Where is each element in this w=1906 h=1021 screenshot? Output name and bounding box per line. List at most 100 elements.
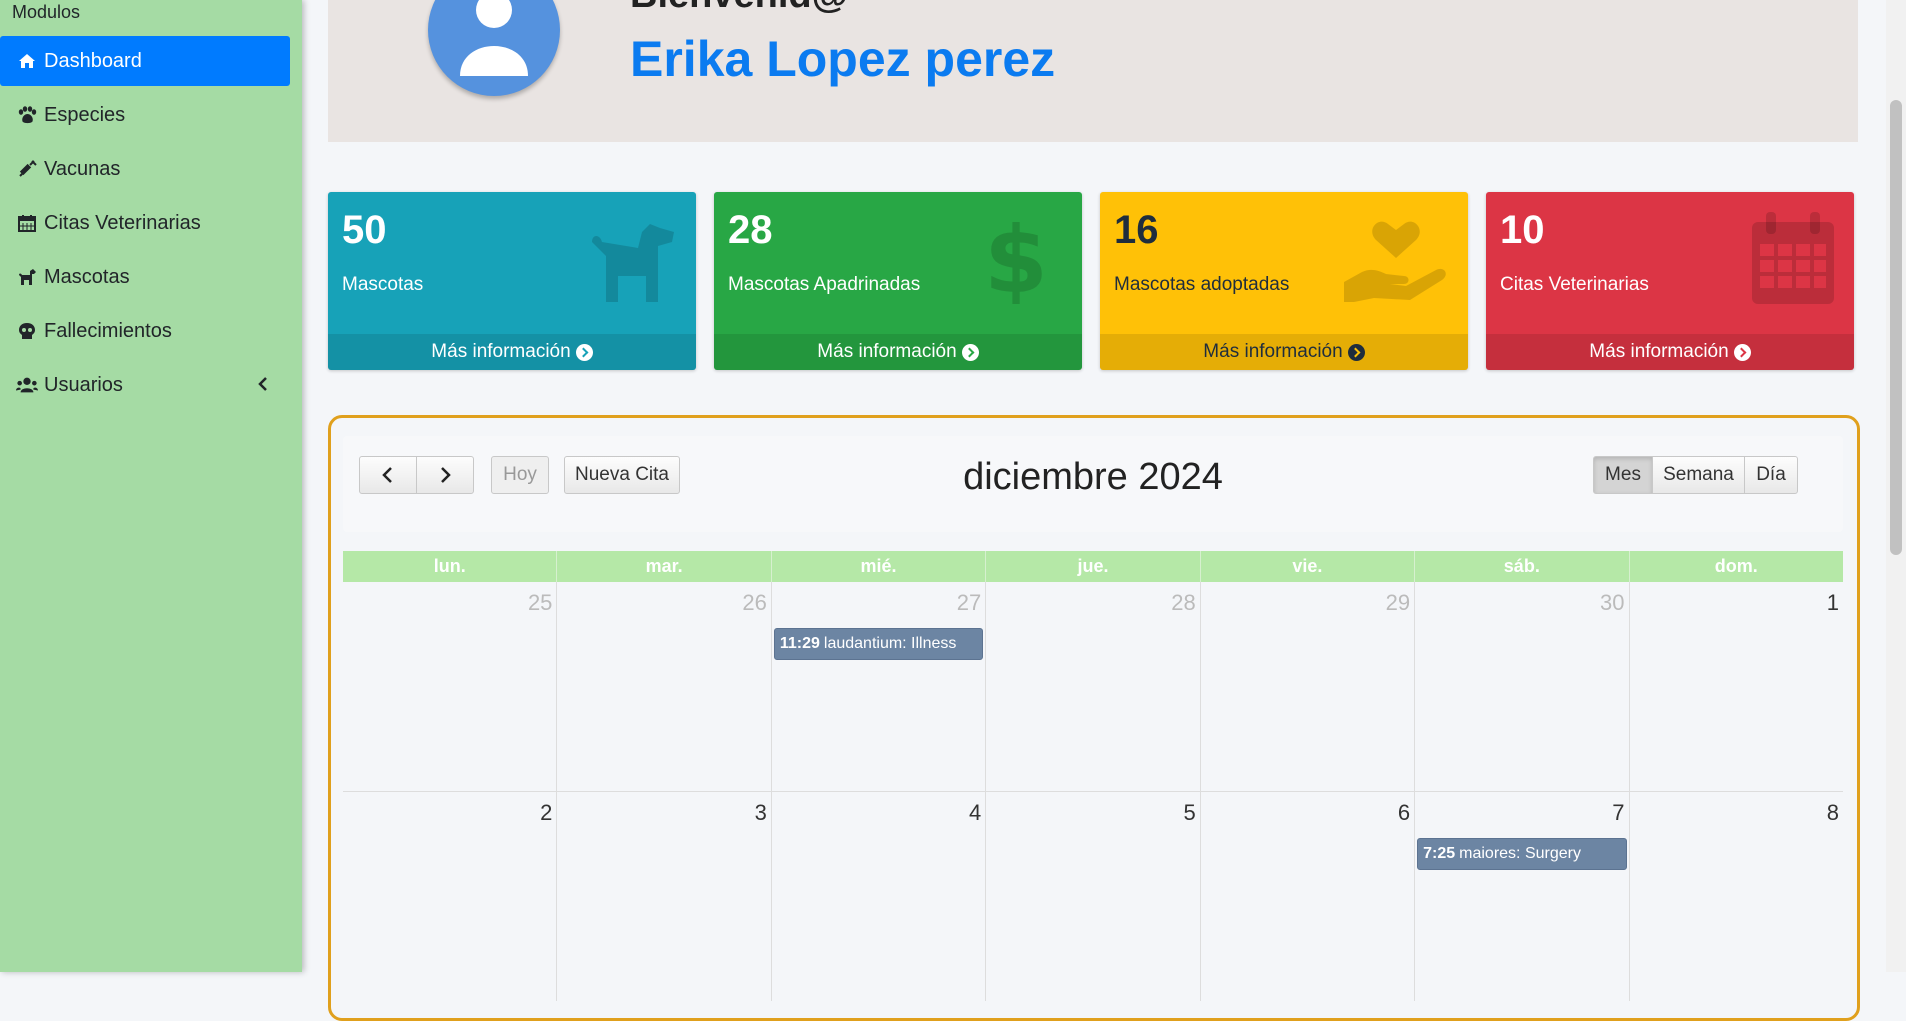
sidebar: Modulos Dashboard Especies Vacunas Citas… — [0, 0, 302, 972]
sidebar-item-usuarios[interactable]: Usuarios — [0, 360, 290, 410]
calendar-day[interactable]: 3 — [557, 792, 772, 1001]
more-info-label: Más información — [1589, 341, 1729, 362]
more-info-label: Más información — [431, 341, 571, 362]
stat-value: 28 — [728, 208, 773, 252]
calendar-day[interactable]: 26 — [557, 582, 772, 791]
stat-box-adoptadas: 16 Mascotas adoptadas Más información — [1100, 192, 1468, 370]
sidebar-header: Modulos — [12, 2, 81, 22]
stat-value: 50 — [342, 208, 387, 252]
calendar-icon — [16, 214, 38, 232]
calendar-day[interactable]: 25 — [343, 582, 558, 791]
calendar-day[interactable]: 28 — [986, 582, 1201, 791]
day-number: 30 — [1600, 590, 1625, 615]
arrow-circle-right-icon — [1733, 343, 1751, 361]
calendar-toolbar: Hoy Nueva Cita diciembre 2024 Mes Semana… — [343, 436, 1843, 532]
sidebar-item-citas-veterinarias[interactable]: Citas Veterinarias — [0, 198, 290, 248]
paw-icon — [16, 106, 38, 124]
calendar-weekday-header: lun. mar. mié. jue. vie. sáb. dom. — [343, 551, 1843, 582]
sidebar-item-label: Citas Veterinarias — [44, 211, 201, 234]
arrow-circle-right-icon — [1347, 343, 1365, 361]
weekday-label: sáb. — [1415, 551, 1630, 582]
more-info-link[interactable]: Más información — [714, 334, 1082, 370]
more-info-link[interactable]: Más información — [1100, 334, 1468, 370]
users-icon — [16, 376, 38, 394]
stat-label: Citas Veterinarias — [1500, 274, 1649, 295]
page-scrollbar[interactable] — [1886, 0, 1906, 972]
calendar-week: 25 26 27 11:29 laudantium: Illness 28 29 … — [343, 582, 1843, 791]
day-number: 1 — [1826, 590, 1839, 615]
calendar-day[interactable]: 7 7:25 maiores: Surgery — [1415, 792, 1630, 1001]
calendar-event[interactable]: 11:29 laudantium: Illness — [773, 628, 984, 660]
more-info-link[interactable]: Más información — [328, 334, 696, 370]
day-number: 4 — [969, 800, 982, 825]
skull-icon — [16, 322, 38, 340]
arrow-circle-right-icon — [961, 343, 979, 361]
day-number: 26 — [742, 590, 767, 615]
chevron-left-icon[interactable] — [258, 375, 268, 396]
day-number: 3 — [754, 800, 767, 825]
main-content: Bienvenid@ Erika Lopez perez 50 Mascotas… — [302, 0, 1886, 1021]
sidebar-item-especies[interactable]: Especies — [0, 90, 290, 140]
scrollbar-thumb[interactable] — [1890, 100, 1902, 555]
event-title: maiores: Surgery — [1459, 845, 1581, 862]
user-name: Erika Lopez perez — [630, 31, 1056, 87]
dog-icon — [16, 268, 38, 286]
calendar-event[interactable]: 7:25 maiores: Surgery — [1417, 838, 1627, 870]
calendar-day[interactable]: 6 — [1201, 792, 1416, 1001]
sidebar-item-vacunas[interactable]: Vacunas — [0, 144, 290, 194]
sidebar-item-label: Especies — [44, 103, 126, 126]
view-month-button[interactable]: Mes — [1593, 456, 1653, 494]
arrow-circle-right-icon — [575, 343, 593, 361]
sidebar-item-label: Fallecimientos — [44, 319, 172, 342]
calendar-day[interactable]: 29 — [1201, 582, 1416, 791]
calendar-day[interactable]: 2 — [343, 792, 558, 1001]
stat-box-citas: 10 Citas Veterinarias Más información — [1486, 192, 1854, 370]
calendar-grid: 25 26 27 11:29 laudantium: Illness 28 29 … — [343, 582, 1843, 1001]
calendar-day[interactable]: 4 — [772, 792, 987, 1001]
calendar-day[interactable]: 27 11:29 laudantium: Illness — [772, 582, 987, 791]
event-time: 7:25 — [1423, 845, 1456, 862]
syringe-icon — [16, 160, 38, 178]
calendar-card: Hoy Nueva Cita diciembre 2024 Mes Semana… — [328, 415, 1860, 1021]
stat-value: 10 — [1500, 208, 1545, 252]
welcome-greeting: Bienvenid@ — [630, 0, 849, 17]
calendar-day[interactable]: 30 — [1415, 582, 1630, 791]
sidebar-item-label: Dashboard — [44, 49, 142, 72]
more-info-label: Más información — [817, 341, 957, 362]
day-number: 2 — [540, 800, 553, 825]
calendar-day[interactable]: 8 — [1630, 792, 1843, 1001]
sidebar-item-mascotas[interactable]: Mascotas — [0, 252, 290, 302]
event-title: laudantium: Illness — [823, 635, 957, 652]
stat-value: 16 — [1114, 208, 1159, 252]
day-number: 5 — [1183, 800, 1196, 825]
day-number: 29 — [1385, 590, 1411, 615]
dog-icon — [588, 212, 676, 307]
weekday-label: vie. — [1201, 551, 1416, 582]
sidebar-item-label: Usuarios — [44, 373, 123, 396]
view-day-button[interactable]: Día — [1744, 456, 1798, 494]
weekday-label: mar. — [557, 551, 772, 582]
more-info-link[interactable]: Más información — [1486, 334, 1854, 370]
avatar — [428, 0, 560, 96]
calendar-day[interactable]: 5 — [986, 792, 1201, 1001]
sidebar-item-label: Mascotas — [44, 265, 130, 288]
calendar-icon — [1752, 212, 1834, 309]
sidebar-item-fallecimientos[interactable]: Fallecimientos — [0, 306, 290, 356]
stat-label: Mascotas adoptadas — [1114, 274, 1290, 295]
stat-label: Mascotas — [342, 274, 424, 295]
day-number: 27 — [956, 590, 982, 615]
weekday-label: mié. — [772, 551, 987, 582]
weekday-label: dom. — [1714, 556, 1758, 576]
svg-text:$: $ — [988, 212, 1044, 304]
calendar-week: 2 3 4 5 6 7 7:25 maiores: Surgery 8 — [343, 791, 1843, 1001]
day-number: 6 — [1397, 800, 1411, 825]
day-number: 7 — [1612, 800, 1625, 825]
stat-label: Mascotas Apadrinadas — [728, 274, 921, 295]
weekday-label: lun. — [343, 551, 558, 582]
sidebar-item-label: Vacunas — [44, 157, 121, 180]
stat-box-mascotas: 50 Mascotas Más información — [328, 192, 696, 370]
welcome-card: Bienvenid@ Erika Lopez perez — [328, 0, 1858, 142]
view-week-button[interactable]: Semana — [1652, 456, 1745, 494]
sidebar-item-dashboard[interactable]: Dashboard — [0, 36, 290, 86]
calendar-day[interactable]: 1 — [1630, 582, 1843, 791]
